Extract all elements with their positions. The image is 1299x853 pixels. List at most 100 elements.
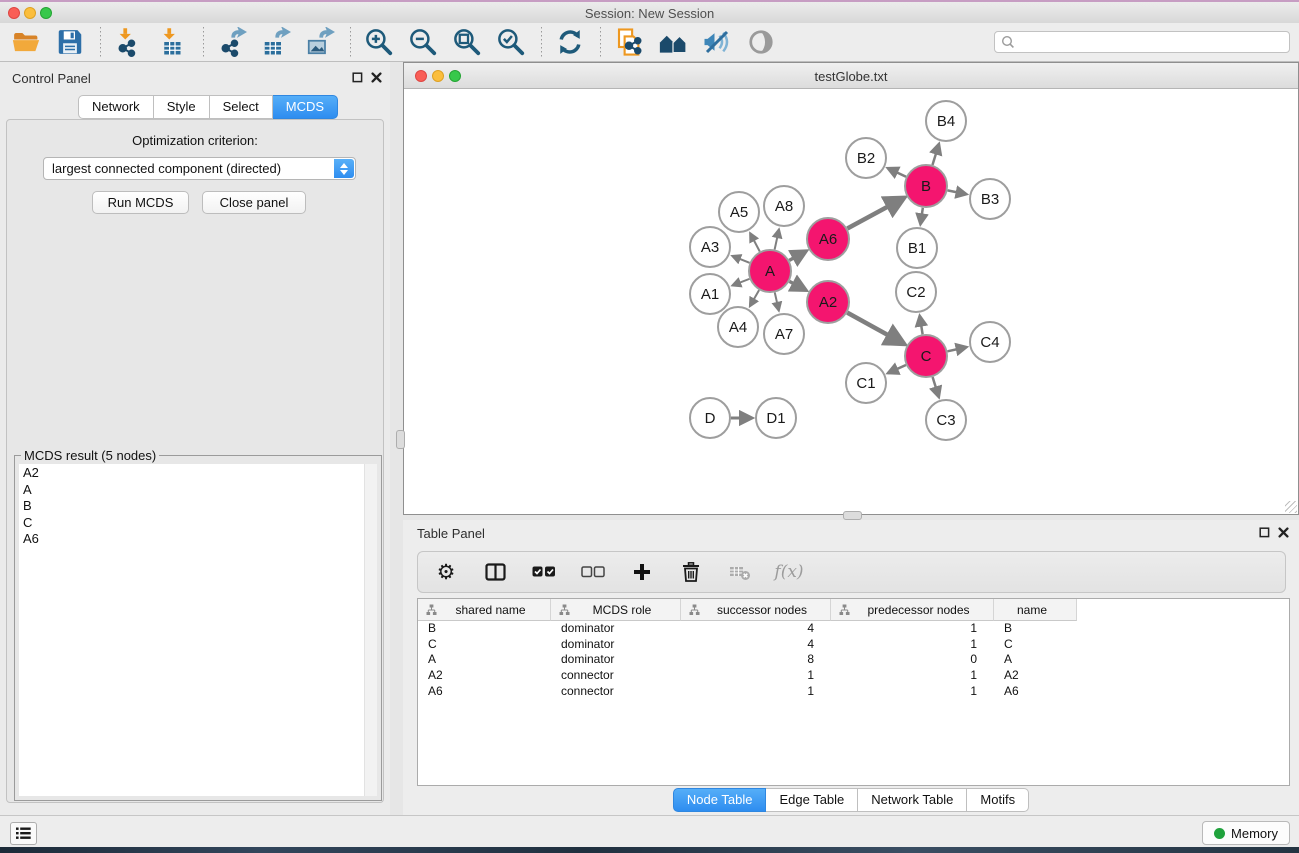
search-box[interactable] (994, 31, 1290, 53)
window-resize-grip[interactable] (1285, 501, 1297, 513)
column-header-predecessor-nodes[interactable]: predecessor nodes (831, 599, 994, 621)
tab-node-table[interactable]: Node Table (673, 788, 767, 812)
column-header-name[interactable]: name (994, 599, 1077, 621)
clone-network-icon[interactable] (613, 26, 645, 58)
edge-A-A5[interactable] (750, 233, 760, 251)
node-A1[interactable]: A1 (690, 274, 730, 314)
network-window-titlebar[interactable]: testGlobe.txt (404, 63, 1298, 89)
task-history-button[interactable] (10, 822, 37, 845)
tab-mcds[interactable]: MCDS (273, 95, 338, 119)
cell-name[interactable]: A2 (994, 668, 1077, 684)
delete-row-icon[interactable] (678, 559, 704, 585)
save-session-icon[interactable] (54, 26, 86, 58)
edge-B-B2[interactable] (888, 168, 906, 177)
edge-A-A7[interactable] (775, 292, 779, 310)
cell-predecessor-nodes[interactable]: 1 (831, 668, 994, 684)
eye-icon[interactable] (745, 26, 777, 58)
edge-A-A2[interactable] (789, 281, 806, 290)
cell-MCDS-role[interactable]: dominator (551, 652, 681, 668)
cell-MCDS-role[interactable]: connector (551, 668, 681, 684)
cell-name[interactable]: A (994, 652, 1077, 668)
cell-shared-name[interactable]: A6 (418, 684, 551, 700)
zoom-in-icon[interactable] (363, 26, 395, 58)
tab-network[interactable]: Network (78, 95, 154, 119)
cell-shared-name[interactable]: B (418, 621, 551, 637)
node-D[interactable]: D (690, 398, 730, 438)
node-A5[interactable]: A5 (719, 192, 759, 232)
result-item[interactable]: C (23, 515, 360, 532)
cell-successor-nodes[interactable]: 1 (681, 684, 831, 700)
edge-A6-B[interactable] (847, 198, 904, 229)
zoom-fit-icon[interactable] (451, 26, 483, 58)
edge-B-B1[interactable] (920, 208, 922, 224)
cell-MCDS-role[interactable]: connector (551, 684, 681, 700)
mcds-result-list[interactable]: A2ABCA6 (19, 464, 364, 796)
run-mcds-button[interactable]: Run MCDS (92, 191, 189, 214)
table-row[interactable]: A6connector11A6 (418, 684, 1289, 700)
cell-successor-nodes[interactable]: 1 (681, 668, 831, 684)
cell-predecessor-nodes[interactable]: 1 (831, 684, 994, 700)
columns-icon[interactable] (482, 559, 508, 585)
select-all-icon[interactable] (531, 559, 557, 585)
table-row[interactable]: A2connector11A2 (418, 668, 1289, 684)
graphics-details-icon[interactable] (701, 26, 733, 58)
cell-name[interactable]: A6 (994, 684, 1077, 700)
node-C3[interactable]: C3 (926, 400, 966, 440)
cell-MCDS-role[interactable]: dominator (551, 637, 681, 653)
result-item[interactable]: A6 (23, 531, 360, 548)
node-C1[interactable]: C1 (846, 363, 886, 403)
add-row-icon[interactable] (629, 559, 655, 585)
node-B4[interactable]: B4 (926, 101, 966, 141)
edge-C-C2[interactable] (920, 316, 923, 335)
edge-A2-C[interactable] (847, 313, 904, 344)
edge-A-A8[interactable] (775, 229, 779, 249)
deselect-all-icon[interactable] (580, 559, 606, 585)
table-row[interactable]: Cdominator41C (418, 637, 1289, 653)
node-B[interactable]: B (905, 165, 947, 207)
home-icon[interactable] (657, 26, 689, 58)
table-row[interactable]: Bdominator41B (418, 621, 1289, 637)
import-network-icon[interactable] (113, 26, 145, 58)
export-table-icon[interactable] (260, 26, 292, 58)
edge-B-B4[interactable] (932, 144, 938, 165)
result-scrollbar[interactable] (364, 464, 377, 796)
cell-successor-nodes[interactable]: 4 (681, 621, 831, 637)
node-C[interactable]: C (905, 335, 947, 377)
node-A7[interactable]: A7 (764, 314, 804, 354)
node-A2[interactable]: A2 (807, 281, 849, 323)
splitter-handle-vertical[interactable] (396, 430, 405, 449)
cell-predecessor-nodes[interactable]: 1 (831, 637, 994, 653)
edge-C-C1[interactable] (888, 365, 906, 373)
column-header-MCDS-role[interactable]: MCDS role (551, 599, 681, 621)
column-header-shared-name[interactable]: shared name (418, 599, 551, 621)
cell-MCDS-role[interactable]: dominator (551, 621, 681, 637)
float-table-panel-icon[interactable] (1259, 527, 1270, 538)
node-B2[interactable]: B2 (846, 138, 886, 178)
node-A3[interactable]: A3 (690, 227, 730, 267)
edge-A-A3[interactable] (732, 256, 749, 263)
edge-C-C3[interactable] (933, 377, 939, 397)
memory-button[interactable]: Memory (1202, 821, 1290, 845)
node-A6[interactable]: A6 (807, 218, 849, 260)
criterion-dropdown[interactable]: largest connected component (directed) (43, 157, 356, 180)
tab-edge-table[interactable]: Edge Table (766, 788, 858, 812)
edge-A-A4[interactable] (750, 290, 759, 306)
close-panel-button[interactable]: Close panel (202, 191, 306, 214)
node-C4[interactable]: C4 (970, 322, 1010, 362)
cell-predecessor-nodes[interactable]: 1 (831, 621, 994, 637)
node-B1[interactable]: B1 (897, 228, 937, 268)
node-A[interactable]: A (749, 250, 791, 292)
refresh-icon[interactable] (554, 26, 586, 58)
tab-select[interactable]: Select (210, 95, 273, 119)
node-C2[interactable]: C2 (896, 272, 936, 312)
cell-shared-name[interactable]: A (418, 652, 551, 668)
cell-shared-name[interactable]: C (418, 637, 551, 653)
result-item[interactable]: A2 (23, 465, 360, 482)
result-item[interactable]: B (23, 498, 360, 515)
open-session-icon[interactable] (10, 26, 42, 58)
close-panel-icon[interactable] (371, 72, 382, 83)
node-D1[interactable]: D1 (756, 398, 796, 438)
zoom-out-icon[interactable] (407, 26, 439, 58)
search-input[interactable] (1019, 35, 1283, 49)
gear-icon[interactable]: ⚙ (433, 559, 459, 585)
